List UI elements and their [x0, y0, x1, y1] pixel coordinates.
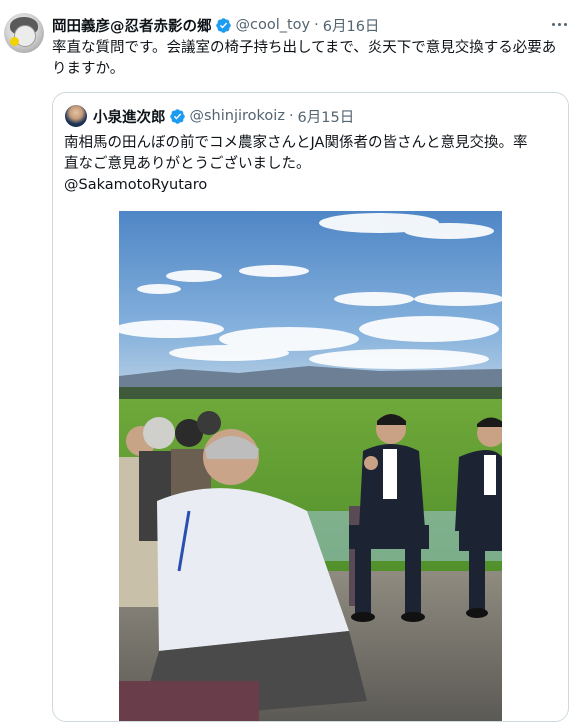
quoted-author-name[interactable]: 小泉進次郎: [93, 106, 166, 127]
quoted-tweet[interactable]: 小泉進次郎 @shinjirokoiz · 6月15日 南相馬の田んぼの前でコメ…: [52, 92, 569, 722]
tweet-date[interactable]: 6月16日: [323, 15, 380, 36]
author-name[interactable]: 岡田義彦@忍者赤影の郷: [52, 15, 212, 36]
author-avatar[interactable]: [4, 13, 44, 53]
header-separator: ·: [314, 17, 319, 33]
quoted-text-line-2: 直なご意見ありがとうございました。: [64, 156, 311, 172]
quoted-mention[interactable]: @SakamotoRyutaro: [64, 175, 559, 196]
quoted-text: 南相馬の田んぼの前でコメ農家さんとJA関係者の皆さんと意見交換。率 直なご意見あ…: [64, 133, 559, 196]
quoted-author-avatar[interactable]: [65, 105, 87, 127]
avatar-yellow-dot: [10, 37, 19, 46]
quoted-author-handle[interactable]: @shinjirokoiz: [190, 108, 285, 124]
tweet: 岡田義彦@忍者赤影の郷 @cool_toy · 6月16日 率直な質問です。会議…: [0, 0, 581, 728]
tweet-header: 岡田義彦@忍者赤影の郷 @cool_toy · 6月16日: [52, 14, 379, 36]
verified-badge-icon: [169, 108, 185, 124]
more-horizontal-icon[interactable]: [548, 14, 570, 34]
author-handle[interactable]: @cool_toy: [236, 17, 311, 33]
quoted-header: 小泉進次郎 @shinjirokoiz · 6月15日: [93, 105, 354, 127]
tweet-text: 率直な質問です。会議室の椅子持ち出してまで、炎天下で意見交換する必要ありますか。: [52, 40, 557, 77]
photo-scene: [119, 211, 502, 721]
quoted-photo[interactable]: [119, 211, 502, 721]
quoted-date[interactable]: 6月15日: [298, 106, 355, 127]
quoted-text-line-1: 南相馬の田んぼの前でコメ農家さんとJA関係者の皆さんと意見交換。率: [64, 135, 528, 151]
quoted-header-separator: ·: [288, 108, 294, 124]
verified-badge-icon: [215, 17, 231, 33]
photo-treeline: [119, 387, 502, 399]
